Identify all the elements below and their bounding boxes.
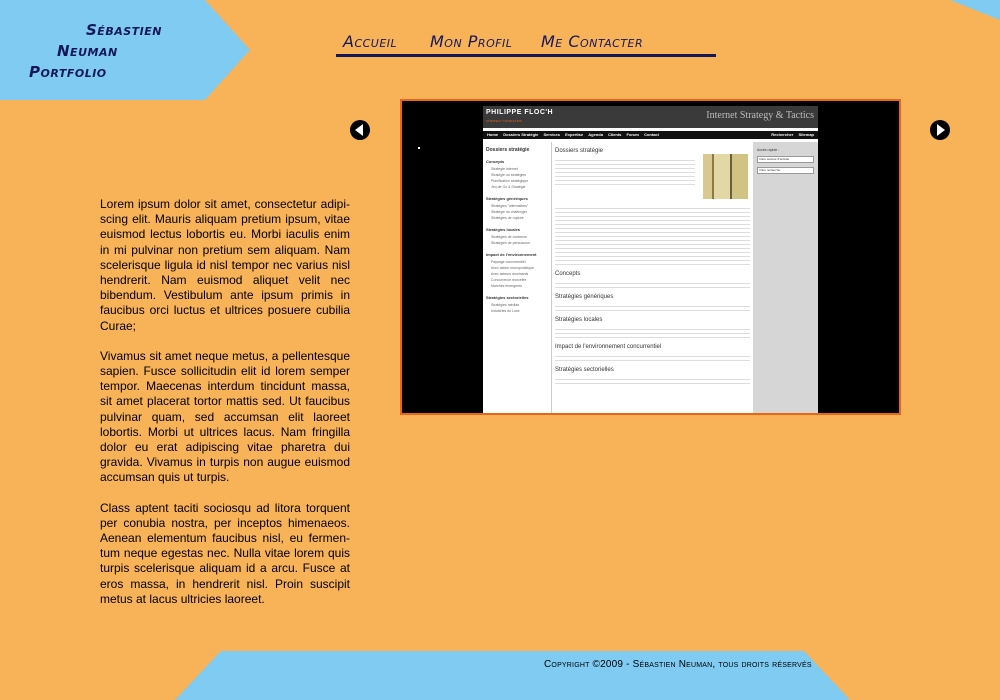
nav-me-contacter[interactable]: Me Contacter bbox=[541, 32, 643, 51]
corner-decoration bbox=[950, 0, 1000, 20]
preview-right-title: Accès rapide : bbox=[757, 148, 780, 152]
preview-text-block bbox=[555, 280, 750, 288]
preview-menu-item: Home bbox=[487, 132, 499, 137]
logo-line-2: Neuman bbox=[57, 42, 118, 60]
preview-brand: PHILIPPE FLOC'H bbox=[486, 109, 554, 116]
paragraph: Vivamus sit amet neque metus, a pellente… bbox=[100, 348, 350, 485]
preview-section-title: Stratégies génériques bbox=[555, 294, 614, 300]
preview-menu-item: Expertise bbox=[565, 132, 584, 137]
preview-sidebar-heading: Stratégies locales bbox=[486, 227, 521, 232]
preview-menu-item: Sitemap bbox=[798, 132, 814, 137]
preview-right-panel: Accès rapide : Votre secteur d'activité … bbox=[753, 142, 818, 413]
main-nav: Accueil Mon Profil Me Contacter bbox=[336, 32, 716, 57]
preview-sidebar-heading: Stratégies sectorielles bbox=[486, 295, 529, 300]
preview-section-title: Concepts bbox=[555, 271, 581, 277]
preview-section-title: Stratégies locales bbox=[555, 317, 603, 323]
preview-menu-item: Contact bbox=[644, 132, 659, 137]
logo-line-3: Portfolio bbox=[29, 63, 107, 81]
preview-text-block bbox=[555, 353, 750, 361]
preview-select: Votre recherche bbox=[757, 167, 814, 174]
preview-tagline: STRATEGY CONSULTING bbox=[486, 119, 523, 123]
preview-text-block bbox=[555, 326, 750, 338]
preview-sidebar-heading: Concepts bbox=[486, 159, 505, 164]
preview-sidebar-item: Jeu de Go & Stratégie bbox=[491, 185, 526, 189]
preview-text-block bbox=[555, 376, 750, 384]
next-arrow-icon[interactable] bbox=[930, 120, 950, 140]
preview-menu-item: Clients bbox=[608, 132, 622, 137]
paragraph: Lorem ipsum dolor sit amet, consectetur … bbox=[100, 197, 350, 333]
preview-text-block bbox=[555, 157, 695, 185]
preview-menu-item: Forum bbox=[626, 132, 639, 137]
preview-books-image bbox=[703, 154, 748, 199]
preview-main: Dossiers stratégie Concepts Stratégies g… bbox=[555, 142, 750, 413]
preview-menu-item: Dossiers Stratégie bbox=[503, 132, 539, 137]
preview-sidebar-item: Stratégies de rupture bbox=[491, 216, 524, 220]
website-screenshot: PHILIPPE FLOC'H STRATEGY CONSULTING Inte… bbox=[483, 106, 818, 413]
previous-arrow-icon[interactable] bbox=[350, 120, 370, 140]
preview-title: Internet Strategy & Tactics bbox=[706, 110, 814, 121]
preview-menu: Home Dossiers Stratégie Services Experti… bbox=[483, 131, 818, 139]
nav-mon-profil[interactable]: Mon Profil bbox=[430, 32, 512, 51]
logo-line-1: Sébastien bbox=[86, 21, 162, 39]
preview-text-block bbox=[555, 205, 750, 265]
preview-select: Votre secteur d'activité bbox=[757, 156, 814, 163]
site-logo[interactable]: Sébastien Neuman Portfolio bbox=[0, 20, 250, 83]
preview-header: PHILIPPE FLOC'H STRATEGY CONSULTING Inte… bbox=[483, 106, 818, 128]
preview-sidebar-item: Stratégies de persuasion bbox=[491, 241, 530, 245]
preview-sidebar-item: Marchés émergents bbox=[491, 284, 522, 288]
preview-sidebar-title: Dossiers stratégie bbox=[486, 147, 530, 153]
preview-sidebar-item: Industries du Luxe bbox=[491, 309, 520, 313]
preview-sidebar: Dossiers stratégie Concepts Stratégie In… bbox=[483, 142, 552, 413]
gallery-viewer[interactable]: PHILIPPE FLOC'H STRATEGY CONSULTING Inte… bbox=[400, 99, 901, 415]
preview-section-title: Impact de l'environnement concurrentiel bbox=[555, 344, 662, 350]
preview-text-block bbox=[555, 303, 750, 311]
paragraph: Class aptent taciti sociosqu ad litora t… bbox=[100, 500, 350, 606]
preview-menu-item: Rechercher bbox=[771, 132, 794, 137]
preview-sidebar-heading: Stratégies génériques bbox=[486, 196, 528, 201]
viewer-dot bbox=[418, 147, 420, 149]
preview-menu-item: Agenda bbox=[588, 132, 603, 137]
preview-section-title: Stratégies sectorielles bbox=[555, 367, 614, 373]
preview-menu-item: Services bbox=[543, 132, 560, 137]
nav-accueil[interactable]: Accueil bbox=[343, 32, 397, 51]
intro-text: Lorem ipsum dolor sit amet, consectetur … bbox=[100, 197, 350, 622]
copyright-notice: Copyright ©2009 - Sébastien Neuman, tous… bbox=[544, 659, 812, 670]
preview-sidebar-heading: Impact de l'environnement bbox=[486, 252, 537, 257]
